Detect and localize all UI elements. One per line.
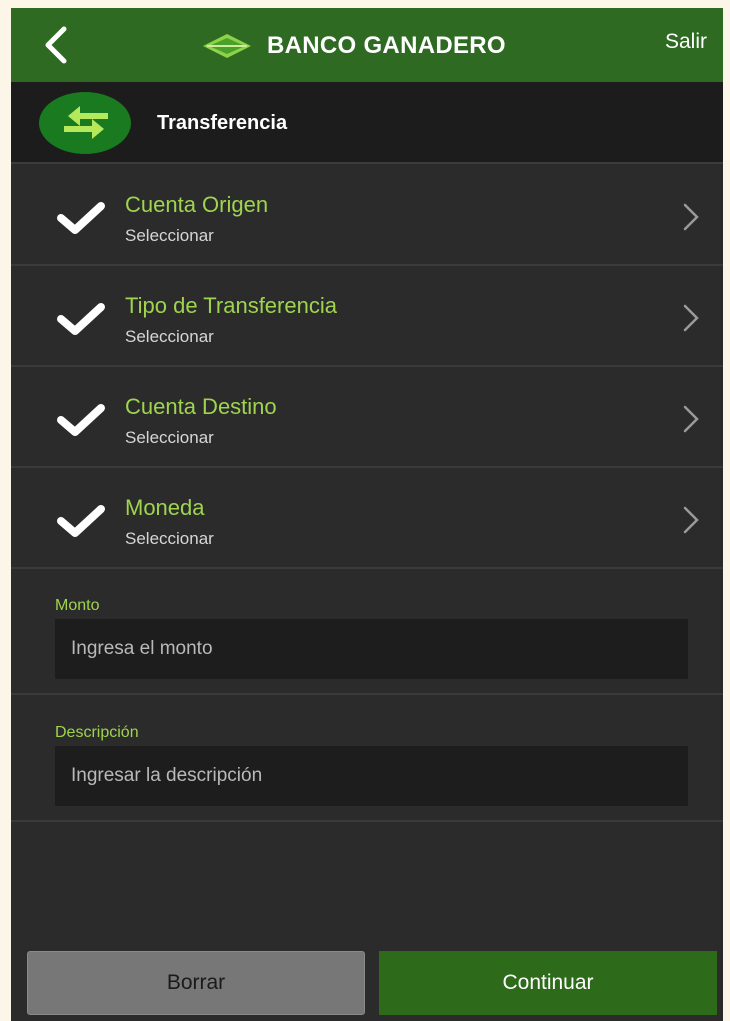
screen-title-bar: Transferencia xyxy=(11,82,723,164)
page-title: Transferencia xyxy=(157,112,288,134)
checkmark-icon xyxy=(57,404,105,436)
checkmark-icon xyxy=(57,505,105,537)
chevron-right-icon xyxy=(683,506,699,534)
chevron-left-icon xyxy=(45,26,67,64)
app-screen: BANCO GANADERO Salir Transferencia Cuent… xyxy=(11,8,723,1021)
row-label: Cuenta Origen xyxy=(125,192,269,217)
checkmark-icon xyxy=(57,202,105,234)
row-value: Seleccionar xyxy=(125,226,214,245)
continue-button[interactable]: Continuar xyxy=(379,951,717,1015)
row-label: Moneda xyxy=(125,495,205,520)
clear-button[interactable]: Borrar xyxy=(27,951,365,1015)
description-section: Descripción xyxy=(11,696,723,822)
row-value: Seleccionar xyxy=(125,529,214,548)
brand: BANCO GANADERO xyxy=(197,26,506,66)
description-label: Descripción xyxy=(55,724,139,741)
checkmark-icon xyxy=(57,303,105,335)
row-label: Tipo de Transferencia xyxy=(125,293,337,318)
banco-ganadero-logo-icon xyxy=(203,34,251,58)
chevron-right-icon xyxy=(683,304,699,332)
row-cuenta-origen[interactable]: Cuenta Origen Seleccionar xyxy=(11,166,723,266)
row-moneda[interactable]: Moneda Seleccionar xyxy=(11,469,723,569)
amount-input[interactable] xyxy=(55,619,688,679)
chevron-right-icon xyxy=(683,405,699,433)
transfer-arrows-icon xyxy=(39,92,131,154)
row-tipo-transferencia[interactable]: Tipo de Transferencia Seleccionar xyxy=(11,267,723,367)
brand-name: BANCO GANADERO xyxy=(267,32,506,59)
row-value: Seleccionar xyxy=(125,327,214,346)
row-cuenta-destino[interactable]: Cuenta Destino Seleccionar xyxy=(11,368,723,468)
app-header: BANCO GANADERO Salir xyxy=(11,8,723,82)
description-input[interactable] xyxy=(55,746,688,806)
exit-button[interactable]: Salir xyxy=(665,30,707,54)
amount-label: Monto xyxy=(55,597,100,614)
row-value: Seleccionar xyxy=(125,428,214,447)
chevron-right-icon xyxy=(683,203,699,231)
back-button[interactable] xyxy=(35,20,75,70)
row-label: Cuenta Destino xyxy=(125,394,277,419)
amount-section: Monto xyxy=(11,569,723,695)
